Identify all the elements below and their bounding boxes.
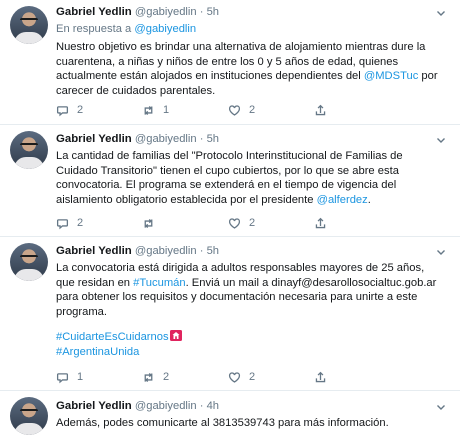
like-count: 2 <box>249 104 256 116</box>
tweet-actions: 2 2 <box>56 216 400 230</box>
share-icon <box>315 217 326 228</box>
avatar[interactable] <box>10 243 48 281</box>
author-handle: @gabiyedlin <box>134 6 197 18</box>
hashtag-link[interactable]: #CuidarteEsCuidarnos <box>56 331 169 343</box>
reply-to-link[interactable]: @gabiyedlin <box>134 23 196 35</box>
author-handle: @gabiyedlin <box>134 400 197 412</box>
tweet-4[interactable]: Gabriel Yedlin @gabiyedlin · 4h Además, … <box>0 391 460 439</box>
separator-dot: · <box>199 245 204 257</box>
avatar[interactable] <box>10 131 48 169</box>
share-button[interactable] <box>314 371 400 384</box>
like-count: 2 <box>249 371 256 383</box>
tweet-time[interactable]: 5h <box>207 245 219 257</box>
reply-button[interactable]: 2 <box>56 104 142 117</box>
like-button[interactable]: 2 <box>228 371 314 384</box>
retweet-icon <box>144 372 153 382</box>
retweet-button[interactable] <box>142 217 228 230</box>
author-name[interactable]: Gabriel Yedlin <box>56 245 132 257</box>
author-name[interactable]: Gabriel Yedlin <box>56 400 132 412</box>
tweet-time[interactable]: 5h <box>207 133 219 145</box>
tweet-text: Además, podes comunicarte al 3813539743 … <box>56 417 389 429</box>
retweet-button[interactable]: 1 <box>142 104 228 117</box>
tweet-2[interactable]: Gabriel Yedlin @gabiyedlin · 5h La canti… <box>0 125 460 236</box>
share-icon <box>315 371 326 382</box>
chevron-down-icon[interactable] <box>436 135 446 145</box>
like-button[interactable]: 2 <box>228 104 314 117</box>
house-emoji-icon <box>169 330 182 342</box>
tweet-1[interactable]: Gabriel Yedlin @gabiyedlin · 5h En respu… <box>0 0 460 124</box>
reply-count: 2 <box>77 104 84 116</box>
reply-button[interactable]: 2 <box>56 217 142 230</box>
heart-icon <box>228 217 241 229</box>
tweet-text: La convocatoria está dirigida a adultos … <box>56 262 437 358</box>
mention-link[interactable]: @alferdez <box>317 194 368 206</box>
tweet-text: Nuestro objetivo es brindar una alternat… <box>56 41 438 97</box>
retweet-icon <box>144 218 153 228</box>
author-name[interactable]: Gabriel Yedlin <box>56 6 132 18</box>
tweet-actions: 2 1 2 <box>56 103 400 117</box>
author-name[interactable]: Gabriel Yedlin <box>56 133 132 145</box>
separator-dot: · <box>199 400 204 412</box>
like-count: 2 <box>249 217 256 229</box>
reply-icon <box>56 105 69 116</box>
reply-icon <box>56 372 69 383</box>
mention-link[interactable]: @MDSTuc <box>364 70 418 82</box>
share-button[interactable] <box>314 104 400 117</box>
tweet-time[interactable]: 4h <box>207 400 219 412</box>
separator-dot: · <box>199 133 204 145</box>
share-icon <box>315 104 326 115</box>
author-handle: @gabiyedlin <box>134 245 197 257</box>
tweet-text: La cantidad de familias del "Protocolo I… <box>56 150 403 206</box>
avatar[interactable] <box>10 6 48 44</box>
separator-dot: · <box>199 6 204 18</box>
tweet-time[interactable]: 5h <box>207 6 219 18</box>
chevron-down-icon[interactable] <box>436 8 446 18</box>
chevron-down-icon[interactable] <box>436 402 446 412</box>
like-button[interactable]: 2 <box>228 217 314 230</box>
reply-count: 2 <box>77 217 84 229</box>
heart-icon <box>228 371 241 383</box>
share-button[interactable] <box>314 217 400 230</box>
reply-button[interactable]: 1 <box>56 371 142 384</box>
reply-context: En respuesta a @gabiyedlin <box>56 23 197 35</box>
reply-icon <box>56 218 69 229</box>
hashtag-link[interactable]: #ArgentinaUnida <box>56 346 139 358</box>
author-handle: @gabiyedlin <box>134 133 197 145</box>
avatar[interactable] <box>10 397 48 435</box>
chevron-down-icon[interactable] <box>436 247 446 257</box>
hashtag-link[interactable]: #Tucumán <box>133 277 185 289</box>
reply-count: 1 <box>77 371 84 383</box>
retweet-icon <box>144 105 153 115</box>
retweet-count: 2 <box>163 371 170 383</box>
retweet-count: 1 <box>163 104 170 116</box>
retweet-button[interactable]: 2 <box>142 371 228 384</box>
tweet-3[interactable]: Gabriel Yedlin @gabiyedlin · 5h La convo… <box>0 237 460 390</box>
tweet-actions: 1 2 2 <box>56 370 400 384</box>
heart-icon <box>228 104 241 116</box>
